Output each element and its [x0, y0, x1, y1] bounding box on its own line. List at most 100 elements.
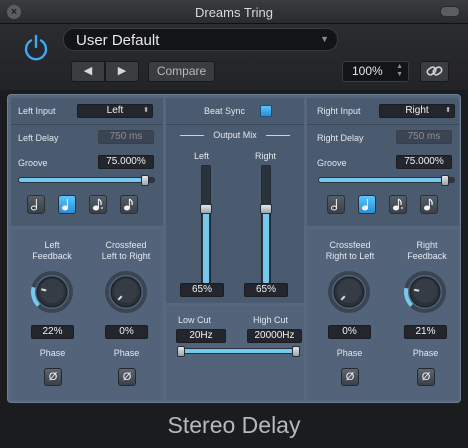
- left-mix-field[interactable]: 65%: [180, 283, 224, 297]
- high-cut-knob[interactable]: [292, 346, 300, 357]
- right-feedback-section: Crossfeed Right to Left Right Feedback 0…: [307, 229, 459, 400]
- right-groove-label: Groove: [317, 158, 347, 168]
- slider-knob[interactable]: [440, 175, 449, 186]
- left-crossfeed-phase-button[interactable]: Ø: [118, 368, 136, 386]
- power-icon: [24, 34, 48, 61]
- link-icon: [426, 66, 443, 76]
- quarter-note-icon: [61, 199, 69, 211]
- right-groove-field[interactable]: 75.000%: [396, 155, 452, 169]
- right-feedback-field[interactable]: 21%: [404, 325, 447, 339]
- updown-icon: ⬍: [143, 107, 149, 114]
- right-crossfeed-label-2: Right to Left: [325, 251, 375, 261]
- right-groove-slider[interactable]: [318, 175, 455, 186]
- divider: [166, 124, 304, 125]
- left-feedback-knob[interactable]: [30, 270, 74, 314]
- high-cut-field[interactable]: 20000Hz: [247, 329, 302, 343]
- left-crossfeed-knob[interactable]: [104, 270, 148, 314]
- knob-dial: [31, 271, 73, 313]
- left-mix-slider[interactable]: [200, 165, 212, 285]
- filter-section: Low Cut High Cut 20Hz 20000Hz: [166, 306, 304, 400]
- left-input-value: Left: [106, 105, 124, 116]
- eighth-note-icon: [123, 198, 133, 211]
- previous-preset-button[interactable]: ◀: [71, 61, 105, 82]
- slider-knob[interactable]: [200, 203, 212, 214]
- divider: [180, 135, 204, 136]
- right-feedback-phase-button[interactable]: Ø: [417, 368, 435, 386]
- window-title: Dreams Tring: [194, 5, 274, 20]
- preset-menu[interactable]: User Default ▼: [63, 28, 338, 51]
- right-crossfeed-knob[interactable]: [327, 270, 371, 314]
- knob-indicator: [41, 288, 47, 292]
- compare-button[interactable]: Compare: [148, 61, 215, 82]
- right-delay-label: Right Delay: [317, 133, 364, 143]
- slider-fill: [263, 207, 269, 283]
- half-note-icon: [30, 199, 38, 211]
- right-crossfeed-field[interactable]: 0%: [328, 325, 371, 339]
- left-delay-field[interactable]: 750 ms: [98, 130, 154, 144]
- left-note-buttons: [11, 195, 163, 217]
- knob-dial: [328, 271, 370, 313]
- divider: [266, 135, 290, 136]
- right-feedback-label-1: Right: [416, 240, 438, 250]
- knob-face: [337, 279, 361, 303]
- eighth-note-button[interactable]: [120, 195, 138, 214]
- zoom-stepper[interactable]: 100% ▲ ▼: [342, 61, 409, 82]
- slider-fill: [19, 178, 149, 182]
- eighth-dotted-note-button[interactable]: [389, 195, 407, 214]
- right-feedback-label-2: Feedback: [407, 251, 447, 261]
- eighth-dotted-note-button[interactable]: [89, 195, 107, 214]
- output-mix-section: Beat Sync Output Mix Left Right 65% 65%: [166, 98, 304, 303]
- output-mix-label: Output Mix: [213, 130, 257, 140]
- left-feedback-label-1: Left: [44, 240, 60, 250]
- slider-fill: [178, 349, 299, 353]
- right-delay-field[interactable]: 750 ms: [396, 130, 452, 144]
- right-crossfeed-label-1: Crossfeed: [329, 240, 371, 250]
- slider-knob[interactable]: [140, 175, 149, 186]
- eighth-note-button[interactable]: [420, 195, 438, 214]
- next-preset-button[interactable]: ▶: [105, 61, 139, 82]
- title-bar: × Dreams Tring: [0, 0, 468, 24]
- chevron-down-icon: ▼: [320, 34, 329, 44]
- quarter-note-button[interactable]: [358, 195, 376, 214]
- updown-icon: ⬍: [445, 107, 451, 114]
- half-note-button[interactable]: [27, 195, 45, 214]
- low-cut-field[interactable]: 20Hz: [176, 329, 226, 343]
- eighth-dotted-note-icon: [92, 198, 103, 211]
- quarter-note-button[interactable]: [58, 195, 76, 214]
- right-mix-slider[interactable]: [260, 165, 272, 285]
- power-button[interactable]: [22, 34, 50, 62]
- cut-range-slider[interactable]: [177, 346, 300, 357]
- knob-dial: [404, 271, 446, 313]
- right-input-value: Right: [405, 105, 429, 116]
- knob-indicator: [414, 288, 420, 292]
- zoom-value: 100%: [352, 64, 383, 78]
- low-cut-label: Low Cut: [178, 315, 212, 325]
- window-zoom-button[interactable]: [440, 6, 460, 17]
- eighth-note-icon: [423, 198, 433, 211]
- left-feedback-field[interactable]: 22%: [31, 325, 74, 339]
- left-delay-label: Left Delay: [18, 133, 59, 143]
- half-note-button[interactable]: [327, 195, 345, 214]
- divider: [11, 124, 163, 125]
- slider-fill: [203, 207, 209, 283]
- right-delay-section: Right Input Right ⬍ Right Delay 750 ms G…: [307, 98, 459, 226]
- right-crossfeed-phase-button[interactable]: Ø: [341, 368, 359, 386]
- left-groove-field[interactable]: 75.000%: [98, 155, 154, 169]
- left-input-select[interactable]: Left ⬍: [77, 104, 153, 118]
- right-input-label: Right Input: [317, 106, 361, 116]
- knob-face: [40, 279, 64, 303]
- slider-knob[interactable]: [260, 203, 272, 214]
- right-mix-field[interactable]: 65%: [244, 283, 288, 297]
- low-cut-knob[interactable]: [177, 346, 185, 357]
- right-feedback-knob[interactable]: [403, 270, 447, 314]
- left-feedback-phase-button[interactable]: Ø: [44, 368, 62, 386]
- half-note-icon: [330, 199, 338, 211]
- right-input-select[interactable]: Right ⬍: [379, 104, 455, 118]
- link-button[interactable]: [420, 61, 449, 82]
- beat-sync-toggle[interactable]: [260, 105, 272, 117]
- stepper-icon[interactable]: ▲ ▼: [396, 63, 403, 79]
- left-crossfeed-field[interactable]: 0%: [105, 325, 148, 339]
- divider: [307, 124, 459, 125]
- right-mix-label: Right: [255, 151, 277, 161]
- left-groove-slider[interactable]: [18, 175, 155, 186]
